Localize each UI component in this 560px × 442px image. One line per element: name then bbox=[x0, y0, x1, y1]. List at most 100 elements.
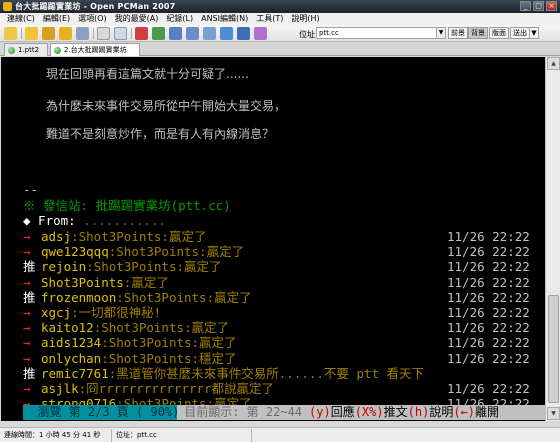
push-label: 推文 bbox=[383, 405, 408, 419]
toolbar-separator bbox=[131, 28, 132, 39]
reply-label: 回應 bbox=[330, 405, 355, 419]
push-message: :Shot3Points:穩定了 bbox=[101, 350, 237, 366]
push-user: aids1234 bbox=[41, 335, 102, 351]
signature-line: ※ 發信站: 批踢踢實業坊(ptt.cc) bbox=[23, 198, 231, 213]
article-line: 為什麼未來事件交易所從中午開始大量交易， bbox=[46, 99, 287, 113]
tab-ptt[interactable]: 2.台大批踢踢實業坊 bbox=[50, 43, 140, 56]
toolbar: 位址： ptt.cc ▼ 前景 背景 版面 送出 ▼ bbox=[0, 25, 560, 42]
terminal-scrollbar[interactable]: ▲ ▼ bbox=[545, 57, 560, 421]
push-message: :一切都很神秘! bbox=[71, 305, 162, 320]
push-message: :贏定了 bbox=[123, 274, 169, 290]
scroll-down-icon[interactable]: ▼ bbox=[547, 407, 560, 420]
window-controls: _ □ × bbox=[520, 1, 557, 11]
font-icon[interactable] bbox=[135, 27, 148, 40]
push-message: :Shot3Points:贏定了 bbox=[108, 244, 245, 260]
paste-icon[interactable] bbox=[114, 27, 127, 40]
push-row: 推 rejoin:Shot3Points:贏定了 11/26 22:22 bbox=[23, 259, 530, 275]
address-input[interactable]: ptt.cc bbox=[316, 27, 437, 39]
help-key: (h) bbox=[407, 405, 430, 419]
browse-indicator: 瀏覽 第 2/3 頁 ( 90%) bbox=[23, 405, 187, 420]
key-hints: (y)回應(X%)推文(h)說明(←)離開 bbox=[309, 405, 545, 420]
help-label: 說明 bbox=[429, 405, 454, 419]
menu-connection[interactable]: 連線(C) bbox=[3, 13, 39, 25]
foreground-button[interactable]: 前景 bbox=[448, 27, 468, 39]
tools-icon[interactable] bbox=[76, 27, 89, 40]
push-row: → aids1234:Shot3Points:贏定了 11/26 22:22 bbox=[23, 335, 530, 351]
layout-button[interactable]: 版面 bbox=[489, 27, 509, 39]
info-icon[interactable] bbox=[254, 27, 267, 40]
reconnect-icon[interactable] bbox=[42, 27, 55, 40]
push-tag: 推 bbox=[23, 289, 36, 305]
reply-key: (y) bbox=[309, 405, 331, 419]
toolbar-separator bbox=[93, 28, 94, 39]
copy-icon[interactable] bbox=[97, 27, 110, 40]
tab-bar: 1.ptt2 2.台大批踢踢實業坊 bbox=[0, 42, 560, 56]
push-user: onlychan bbox=[41, 350, 102, 366]
menu-bar: 連線(C) 編輯(E) 選項(O) 我的最愛(A) 紀錄(L) ANSI編輯(N… bbox=[0, 13, 560, 25]
push-time: 11/26 22:22 bbox=[447, 289, 530, 305]
send-dropdown-icon[interactable]: ▼ bbox=[529, 27, 539, 39]
leave-label: 離開 bbox=[475, 405, 500, 419]
push-message: :Shot3Points:贏定了 bbox=[86, 259, 222, 275]
ansi-color-icon[interactable] bbox=[203, 27, 216, 40]
leave-key: (←) bbox=[453, 405, 476, 419]
push-tag: → bbox=[23, 305, 31, 320]
push-user: asjlk bbox=[41, 381, 79, 396]
fullscreen-icon[interactable] bbox=[237, 27, 250, 40]
status-address: 位址：ptt.cc bbox=[112, 428, 252, 442]
push-user: remic7761 bbox=[41, 365, 109, 381]
push-row: → adsj:Shot3Points:贏定了 11/26 22:22 bbox=[23, 229, 530, 245]
quick-connect-icon[interactable] bbox=[25, 27, 38, 40]
push-time: 11/26 22:22 bbox=[447, 305, 530, 320]
push-user: kaito12 bbox=[41, 320, 94, 336]
favorites-icon[interactable] bbox=[186, 27, 199, 40]
tab-label: 1.ptt2 bbox=[18, 46, 40, 54]
menu-tools[interactable]: 工具(T) bbox=[252, 13, 287, 25]
send-button[interactable]: 送出 bbox=[510, 27, 530, 39]
push-time: 11/26 22:22 bbox=[447, 320, 530, 336]
push-message: :Shot3Points:贏定了 bbox=[93, 320, 230, 336]
address-dropdown-icon[interactable]: ▼ bbox=[436, 27, 446, 39]
menu-help[interactable]: 說明(H) bbox=[287, 13, 323, 25]
menu-favorites[interactable]: 我的最愛(A) bbox=[111, 13, 163, 25]
site-list-icon[interactable] bbox=[169, 27, 182, 40]
menu-log[interactable]: 紀錄(L) bbox=[162, 13, 197, 25]
range-indicator: 目前顯示: 第 22~44 行 bbox=[177, 405, 336, 420]
app-icon bbox=[3, 2, 12, 11]
status-bar: 連線時間：1 小時 45 分 41 秒 位址：ptt.cc bbox=[0, 427, 560, 442]
push-message: :黑道管你甚麼未來事件交易所......不要 ptt 看天下 bbox=[108, 365, 425, 381]
push-row: → Shot3Points:贏定了 11/26 22:22 bbox=[23, 274, 530, 291]
push-tag: 推 bbox=[23, 259, 36, 275]
menu-edit[interactable]: 編輯(E) bbox=[39, 13, 74, 25]
screen-icon[interactable] bbox=[220, 27, 233, 40]
push-row: → asjlk:冏rrrrrrrrrrrrrrr都說贏定了 11/26 22:22 bbox=[23, 381, 530, 397]
push-row: → qwe123qqq:Shot3Points:贏定了 11/26 22:22 bbox=[23, 244, 530, 260]
connection-time: 連線時間：1 小時 45 分 41 秒 bbox=[0, 428, 112, 442]
push-key: (X%) bbox=[354, 405, 384, 419]
terminal-screen[interactable]: 現在回頭再看這篇文就十分可疑了...... 為什麼未來事件交易所從中午開始大量交… bbox=[1, 57, 545, 421]
minimize-button[interactable]: _ bbox=[520, 1, 531, 11]
scroll-up-icon[interactable]: ▲ bbox=[547, 57, 560, 70]
scroll-thumb[interactable] bbox=[548, 295, 559, 403]
disconnect-icon[interactable] bbox=[59, 27, 72, 40]
from-label: ◆ From: bbox=[23, 213, 76, 228]
push-tag: → bbox=[23, 244, 31, 260]
background-button[interactable]: 背景 bbox=[468, 27, 488, 39]
push-time: 11/26 22:22 bbox=[447, 274, 530, 290]
push-row: → xgcj:一切都很神秘! 11/26 22:22 bbox=[23, 305, 530, 321]
connected-status-icon bbox=[54, 47, 61, 54]
menu-ansi-edit[interactable]: ANSI編輯(N) bbox=[197, 13, 252, 25]
connect-icon[interactable] bbox=[4, 27, 17, 40]
maximize-button[interactable]: □ bbox=[533, 1, 544, 11]
push-tag: 推 bbox=[23, 365, 36, 381]
push-tag: → bbox=[23, 335, 31, 351]
push-user: xgcj bbox=[41, 305, 72, 320]
push-user: Shot3Points bbox=[41, 274, 124, 290]
from-line: ◆ From: ........... bbox=[23, 213, 166, 229]
close-button[interactable]: × bbox=[546, 1, 557, 11]
push-message: :冏rrrrrrrrrrrrrrr都說贏定了 bbox=[78, 381, 275, 396]
push-message: :Shot3Points:贏定了 bbox=[101, 335, 237, 351]
tab-ptt2[interactable]: 1.ptt2 bbox=[4, 43, 48, 56]
menu-options[interactable]: 選項(O) bbox=[74, 13, 111, 25]
settings-gear-icon[interactable] bbox=[152, 27, 165, 40]
